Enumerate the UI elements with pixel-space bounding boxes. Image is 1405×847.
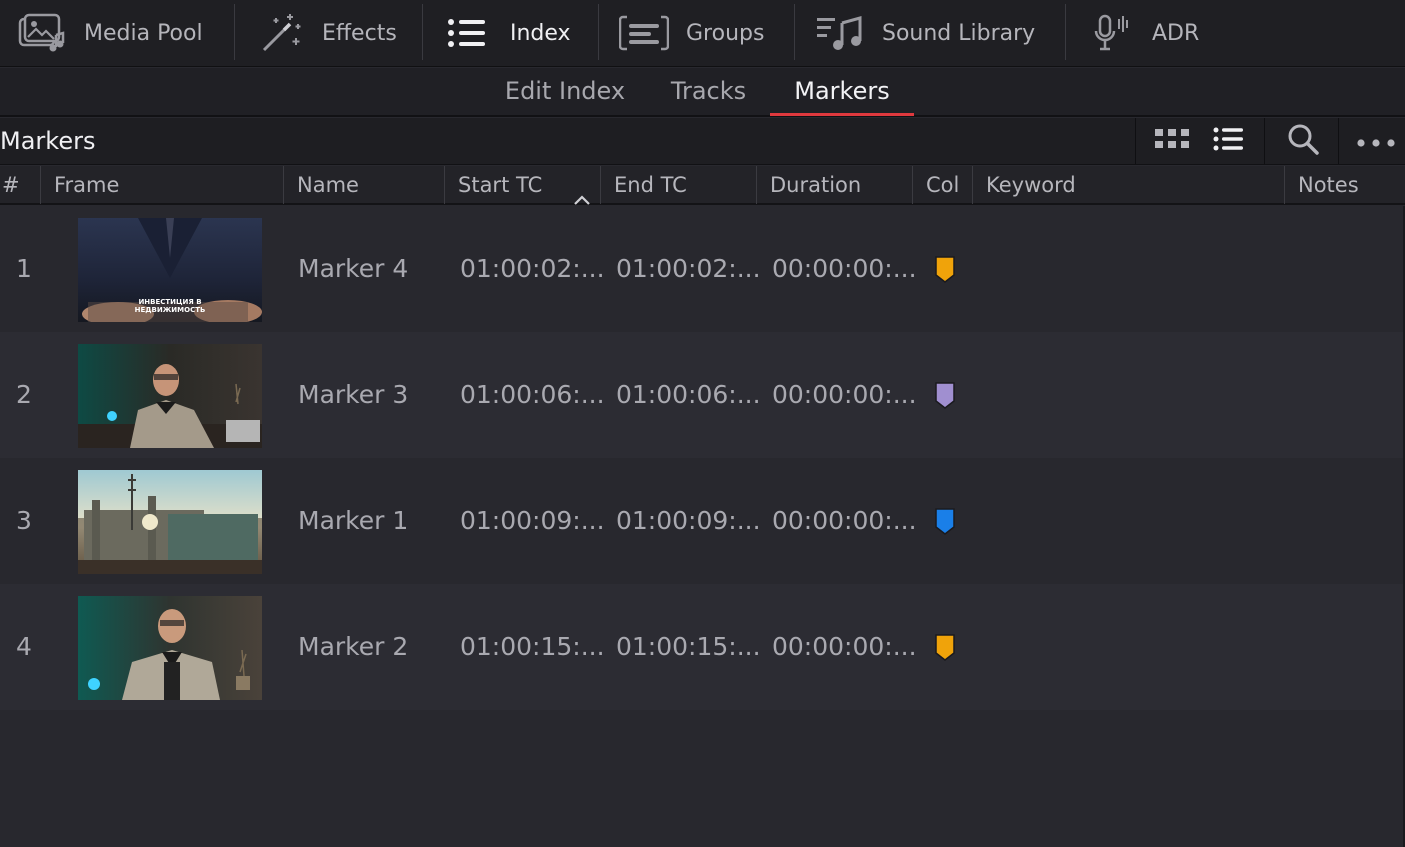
column-name[interactable]: Name (284, 166, 444, 204)
marker-name: Marker 3 (298, 380, 409, 409)
frame-thumbnail[interactable] (78, 470, 262, 574)
tab-markers[interactable]: Markers (770, 68, 914, 116)
caption-overlay: ИНВЕСТИЦИЯ В (138, 298, 202, 306)
toolbar-groups[interactable]: Groups (619, 0, 764, 67)
panel-title: Markers (0, 127, 96, 155)
header-divider (1135, 118, 1136, 164)
list-view-button[interactable] (1206, 118, 1250, 164)
end-tc: 01:00:06:... (616, 380, 761, 409)
table-header: # Frame Name Start TC End TC Duration Co… (0, 166, 1405, 205)
toolbar-label: ADR (1152, 20, 1200, 46)
frame-thumbnail[interactable]: ИНВЕСТИЦИЯ В НЕДВИЖИМОСТЬ (78, 218, 262, 322)
markers-panel-header: Markers (0, 118, 1405, 165)
toolbar-label: Groups (686, 20, 765, 46)
header-divider (1338, 118, 1339, 164)
frame-thumbnail[interactable] (78, 344, 262, 448)
toolbar-divider (234, 4, 235, 60)
sound-library-icon (816, 15, 866, 51)
column-notes[interactable]: Notes (1285, 166, 1405, 204)
row-number: 4 (16, 632, 32, 661)
duration: 00:00:00:... (772, 254, 917, 283)
marker-name: Marker 1 (298, 506, 409, 535)
header-divider (1264, 118, 1265, 164)
table-row[interactable]: 3 Marker 1 01:00:09:... 01:00:09:... 00:… (0, 458, 1405, 584)
module-toolbar: Media Pool Effects Index Groups Sound Li… (0, 0, 1405, 67)
column-start-tc-label: Start TC (458, 173, 543, 197)
column-start-tc[interactable]: Start TC (445, 166, 600, 205)
toolbar-label: Index (510, 20, 571, 46)
media-pool-icon (18, 13, 66, 53)
marker-color-flag-icon[interactable] (934, 507, 956, 536)
list-icon (447, 18, 487, 48)
marker-name: Marker 4 (298, 254, 409, 283)
start-tc: 01:00:06:... (460, 380, 605, 409)
toolbar-media-pool[interactable]: Media Pool (18, 0, 203, 67)
row-number: 1 (16, 254, 32, 283)
marker-color-flag-icon[interactable] (934, 381, 956, 410)
toolbar-label: Media Pool (84, 20, 203, 46)
markers-table-body: 1 ИНВЕСТИЦИЯ В НЕДВИЖИМОСТЬ Marker 4 01:… (0, 206, 1405, 710)
toolbar-sound-library[interactable]: Sound Library (816, 0, 1035, 67)
toolbar-label: Effects (322, 20, 397, 46)
table-row[interactable]: 1 ИНВЕСТИЦИЯ В НЕДВИЖИМОСТЬ Marker 4 01:… (0, 206, 1405, 332)
more-options-icon (1357, 132, 1395, 151)
marker-color-flag-icon[interactable] (934, 255, 956, 284)
marker-name: Marker 2 (298, 632, 409, 661)
tab-edit-index[interactable]: Edit Index (496, 68, 634, 115)
toolbar-effects[interactable]: Effects (260, 0, 397, 67)
column-end-tc[interactable]: End TC (601, 166, 756, 204)
grid-view-button[interactable] (1148, 118, 1196, 164)
column-color[interactable]: Col (913, 166, 972, 204)
index-subtabs: Edit Index Tracks Markers (0, 68, 1405, 117)
row-number: 3 (16, 506, 32, 535)
tab-tracks[interactable]: Tracks (661, 68, 756, 115)
list-view-icon (1213, 127, 1243, 155)
start-tc: 01:00:02:... (460, 254, 605, 283)
end-tc: 01:00:15:... (616, 632, 761, 661)
toolbar-adr[interactable]: ADR (1092, 0, 1199, 67)
toolbar-divider (422, 4, 423, 60)
toolbar-divider (598, 4, 599, 60)
search-icon (1287, 123, 1319, 159)
toolbar-index[interactable]: Index (447, 0, 571, 67)
duration: 00:00:00:... (772, 380, 917, 409)
more-options-button[interactable] (1348, 118, 1404, 164)
search-button[interactable] (1275, 118, 1331, 164)
duration: 00:00:00:... (772, 632, 917, 661)
microphone-icon (1092, 13, 1132, 53)
groups-icon (619, 15, 669, 51)
frame-thumbnail[interactable] (78, 596, 262, 700)
duration: 00:00:00:... (772, 506, 917, 535)
end-tc: 01:00:09:... (616, 506, 761, 535)
column-duration[interactable]: Duration (757, 166, 912, 204)
toolbar-label: Sound Library (882, 20, 1036, 46)
column-keyword[interactable]: Keyword (973, 166, 1284, 204)
toolbar-divider (1065, 4, 1066, 60)
start-tc: 01:00:15:... (460, 632, 605, 661)
table-row[interactable]: 4 Marker 2 01:00:15:... 01:00:15:... 00:… (0, 584, 1405, 710)
row-number: 2 (16, 380, 32, 409)
toolbar-divider (794, 4, 795, 60)
marker-color-flag-icon[interactable] (934, 633, 956, 662)
table-row[interactable]: 2 Marker 3 01:00:06:... 01:00:06:... 00:… (0, 332, 1405, 458)
start-tc: 01:00:09:... (460, 506, 605, 535)
caption-overlay: НЕДВИЖИМОСТЬ (134, 306, 206, 314)
effects-wand-icon (260, 12, 304, 54)
end-tc: 01:00:02:... (616, 254, 761, 283)
column-frame[interactable]: Frame (41, 166, 283, 204)
column-number[interactable]: # (0, 166, 40, 204)
grid-view-icon (1155, 129, 1189, 153)
